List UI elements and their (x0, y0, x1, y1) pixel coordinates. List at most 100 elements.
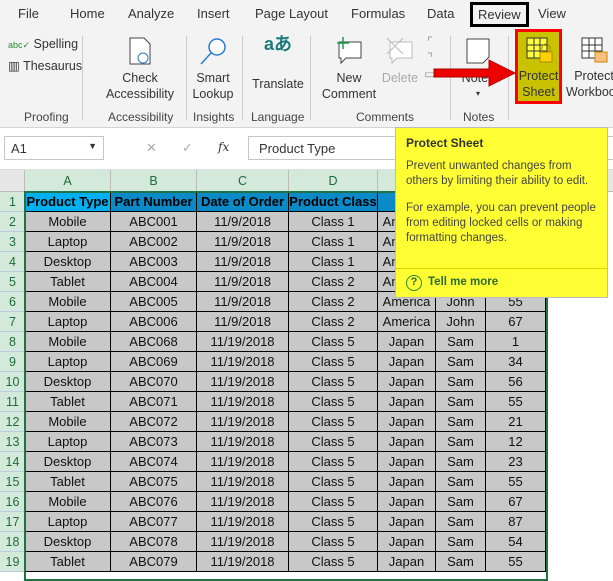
table-cell[interactable]: Sam (436, 332, 486, 352)
row-header[interactable]: 6 (0, 292, 25, 312)
table-cell[interactable]: Class 2 (289, 312, 378, 332)
table-cell[interactable]: ABC069 (111, 352, 197, 372)
header-cell[interactable]: Product Type (25, 192, 111, 212)
column-header-C[interactable]: C (197, 170, 289, 192)
table-cell[interactable]: Japan (378, 432, 436, 452)
table-cell[interactable]: ABC005 (111, 292, 197, 312)
table-cell[interactable]: 11/9/2018 (197, 312, 289, 332)
table-cell[interactable]: Laptop (25, 432, 111, 452)
table-cell[interactable]: Class 1 (289, 252, 378, 272)
table-cell[interactable]: Class 5 (289, 392, 378, 412)
table-cell[interactable]: Sam (436, 352, 486, 372)
table-cell[interactable]: ABC075 (111, 472, 197, 492)
table-cell[interactable]: ABC068 (111, 332, 197, 352)
header-cell[interactable]: Date of Order (197, 192, 289, 212)
row-header[interactable]: 15 (0, 472, 25, 492)
row-header[interactable]: 10 (0, 372, 25, 392)
table-cell[interactable]: Sam (436, 532, 486, 552)
row-header[interactable]: 11 (0, 392, 25, 412)
table-cell[interactable]: ABC003 (111, 252, 197, 272)
table-cell[interactable]: 11/19/2018 (197, 372, 289, 392)
table-cell[interactable]: Sam (436, 392, 486, 412)
tab-page-layout[interactable]: Page Layout (255, 6, 328, 21)
table-cell[interactable]: Tablet (25, 552, 111, 572)
table-cell[interactable]: 12 (486, 432, 546, 452)
table-cell[interactable]: 87 (486, 512, 546, 532)
column-header-D[interactable]: D (289, 170, 378, 192)
table-cell[interactable]: ABC070 (111, 372, 197, 392)
table-cell[interactable]: Sam (436, 472, 486, 492)
table-cell[interactable]: 67 (486, 312, 546, 332)
thesaurus-button[interactable]: ▥ Thesaurus (8, 58, 82, 74)
tab-view[interactable]: View (538, 6, 566, 21)
row-header[interactable]: 13 (0, 432, 25, 452)
table-cell[interactable]: 11/19/2018 (197, 352, 289, 372)
translate-button[interactable]: aあ Translate (250, 35, 306, 92)
table-cell[interactable]: 11/19/2018 (197, 452, 289, 472)
table-cell[interactable]: 11/9/2018 (197, 272, 289, 292)
table-cell[interactable]: ABC071 (111, 392, 197, 412)
tab-home[interactable]: Home (70, 6, 105, 21)
table-cell[interactable]: ABC006 (111, 312, 197, 332)
row-header[interactable]: 18 (0, 532, 25, 552)
table-cell[interactable]: Mobile (25, 332, 111, 352)
table-cell[interactable]: 56 (486, 372, 546, 392)
table-cell[interactable]: Class 5 (289, 452, 378, 472)
protect-sheet-button[interactable]: Protect Sheet (515, 29, 562, 104)
table-cell[interactable]: Japan (378, 452, 436, 472)
table-cell[interactable]: Laptop (25, 232, 111, 252)
table-cell[interactable]: 11/19/2018 (197, 472, 289, 492)
delete-comment-button[interactable]: Delete (380, 36, 420, 86)
table-cell[interactable]: 11/9/2018 (197, 252, 289, 272)
protect-workbook-button[interactable]: Protect Workbook (564, 36, 613, 100)
table-cell[interactable]: Sam (436, 372, 486, 392)
table-cell[interactable]: Class 5 (289, 332, 378, 352)
table-cell[interactable]: Class 5 (289, 532, 378, 552)
table-cell[interactable]: Japan (378, 372, 436, 392)
table-cell[interactable]: 21 (486, 412, 546, 432)
row-header[interactable]: 12 (0, 412, 25, 432)
row-header[interactable]: 16 (0, 492, 25, 512)
table-cell[interactable]: Tablet (25, 272, 111, 292)
row-header[interactable]: 4 (0, 252, 25, 272)
row-header[interactable]: 14 (0, 452, 25, 472)
table-cell[interactable]: ABC004 (111, 272, 197, 292)
table-cell[interactable]: Japan (378, 392, 436, 412)
table-cell[interactable]: Desktop (25, 252, 111, 272)
table-cell[interactable]: Class 1 (289, 232, 378, 252)
table-cell[interactable]: Japan (378, 492, 436, 512)
table-cell[interactable]: Japan (378, 352, 436, 372)
check-accessibility-button[interactable]: Check Accessibility (100, 36, 180, 102)
enter-icon[interactable]: ✓ (182, 140, 193, 156)
tell-me-more-link[interactable]: ? Tell me more (396, 268, 607, 297)
table-cell[interactable]: Class 5 (289, 412, 378, 432)
table-cell[interactable]: Mobile (25, 292, 111, 312)
table-cell[interactable]: John (436, 312, 486, 332)
table-cell[interactable]: Japan (378, 412, 436, 432)
select-all-corner[interactable] (0, 170, 25, 192)
table-cell[interactable]: ABC077 (111, 512, 197, 532)
table-cell[interactable]: Class 5 (289, 372, 378, 392)
table-cell[interactable]: Class 5 (289, 352, 378, 372)
table-cell[interactable]: 11/19/2018 (197, 532, 289, 552)
table-cell[interactable]: 55 (486, 392, 546, 412)
row-header[interactable]: 9 (0, 352, 25, 372)
table-cell[interactable]: Desktop (25, 372, 111, 392)
cancel-icon[interactable]: ✕ (146, 140, 157, 156)
table-cell[interactable]: Sam (436, 452, 486, 472)
row-header[interactable]: 1 (0, 192, 25, 212)
table-cell[interactable]: Laptop (25, 512, 111, 532)
table-cell[interactable]: Mobile (25, 212, 111, 232)
table-cell[interactable]: Laptop (25, 352, 111, 372)
table-cell[interactable]: ABC001 (111, 212, 197, 232)
table-cell[interactable]: Japan (378, 532, 436, 552)
smart-lookup-button[interactable]: Smart Lookup (190, 36, 236, 102)
table-cell[interactable]: 67 (486, 492, 546, 512)
table-cell[interactable]: Sam (436, 552, 486, 572)
table-cell[interactable]: Sam (436, 492, 486, 512)
table-cell[interactable]: ABC072 (111, 412, 197, 432)
table-cell[interactable]: Japan (378, 472, 436, 492)
table-cell[interactable]: Mobile (25, 492, 111, 512)
tab-file[interactable]: File (18, 6, 39, 21)
tab-formulas[interactable]: Formulas (351, 6, 405, 21)
